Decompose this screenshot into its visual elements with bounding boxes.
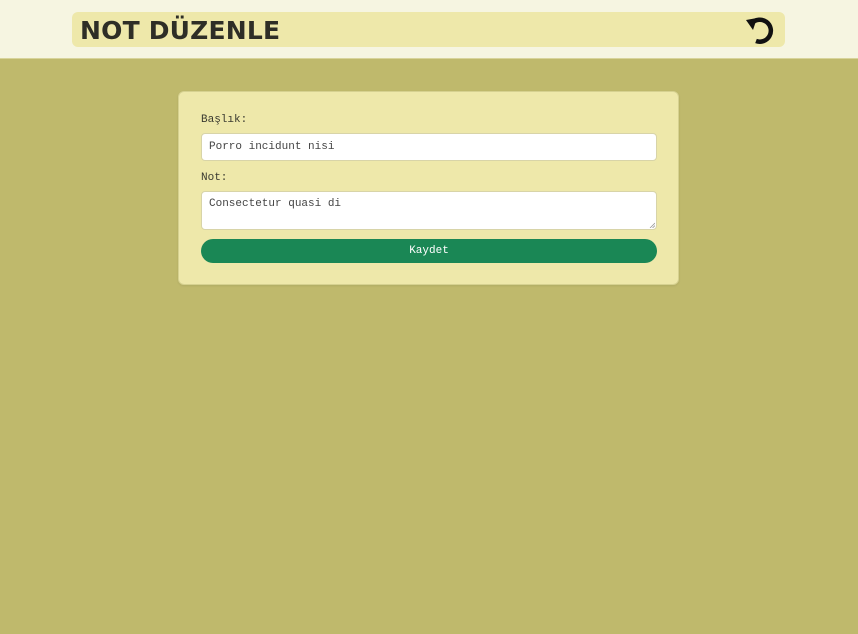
title-input-value: Porro incidunt nisi [209, 141, 335, 153]
undo-arrow-icon[interactable] [743, 13, 777, 47]
resize-grip-icon[interactable] [649, 222, 655, 228]
edit-note-card: Başlık: Porro incidunt nisi Not: Consect… [178, 91, 679, 285]
save-button[interactable]: Kaydet [201, 239, 657, 263]
top-bar: NOT DÜZENLE [0, 0, 858, 59]
page-header: NOT DÜZENLE [72, 12, 785, 47]
note-textarea-value: Consectetur quasi di [209, 198, 342, 210]
title-input[interactable]: Porro incidunt nisi [201, 133, 657, 161]
note-textarea[interactable]: Consectetur quasi di [201, 191, 657, 230]
note-label: Not: [201, 172, 228, 184]
page-title: NOT DÜZENLE [80, 15, 281, 45]
title-label: Başlık: [201, 114, 248, 126]
